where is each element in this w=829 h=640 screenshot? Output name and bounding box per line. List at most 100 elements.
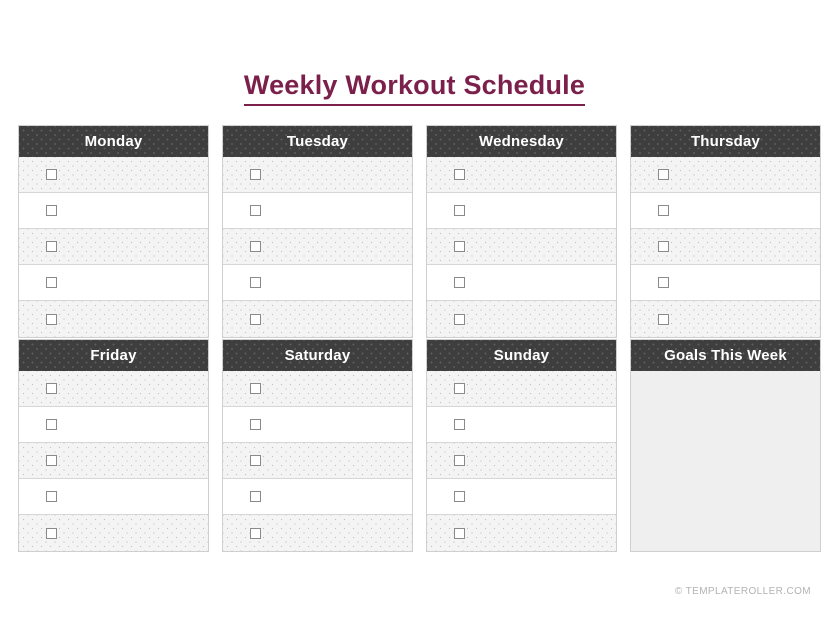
task-row[interactable] [427,443,616,479]
block-body-tuesday [222,157,413,338]
task-row[interactable] [631,301,820,337]
checkbox-icon[interactable] [250,313,261,325]
task-row[interactable] [19,443,208,479]
goals-notes-area[interactable] [630,371,821,552]
block-thursday: Thursday [630,125,821,338]
footer-credit: © TEMPLATEROLLER.COM [674,586,811,597]
task-row[interactable] [427,301,616,337]
checkbox-icon[interactable] [46,419,57,430]
page-title: Weekly Workout Schedule [243,70,586,107]
task-row[interactable] [223,443,412,479]
checkbox-icon[interactable] [454,169,465,180]
checkbox-icon[interactable] [46,205,57,216]
block-header-monday: Monday [18,125,209,157]
task-row[interactable] [223,265,412,301]
checkbox-icon[interactable] [658,277,669,288]
task-row[interactable] [427,371,616,407]
checkbox-icon[interactable] [250,419,261,430]
checkbox-icon[interactable] [46,383,57,394]
checkbox-icon[interactable] [250,491,261,502]
checkbox-icon[interactable] [250,169,261,180]
checkbox-icon[interactable] [454,313,465,325]
block-body-friday [18,371,209,552]
block-sunday: Sunday [426,339,617,552]
checkbox-icon[interactable] [658,241,669,252]
block-header-saturday: Saturday [222,339,413,371]
task-row[interactable] [223,193,412,229]
block-header-goals: Goals This Week [630,339,821,371]
task-row[interactable] [223,515,412,551]
block-body-saturday [222,371,413,552]
block-header-thursday: Thursday [630,125,821,157]
checkbox-icon[interactable] [658,205,669,216]
schedule-grid: Monday Tuesday Wednesday Thursday Friday Sat… [18,125,821,552]
task-row[interactable] [19,193,208,229]
checkbox-icon[interactable] [658,313,669,325]
checkbox-icon[interactable] [454,383,465,394]
checkbox-icon[interactable] [46,169,57,180]
page-title-container: Weekly Workout Schedule [0,70,829,107]
task-row[interactable] [427,229,616,265]
block-header-sunday: Sunday [426,339,617,371]
checkbox-icon[interactable] [46,455,57,466]
task-row[interactable] [427,193,616,229]
block-tuesday: Tuesday [222,125,413,338]
checkbox-icon[interactable] [454,491,465,502]
checkbox-icon[interactable] [658,169,669,180]
schedule-row-top: Monday Tuesday Wednesday Thursday [18,125,821,338]
task-row[interactable] [19,479,208,515]
task-row[interactable] [427,515,616,551]
task-row[interactable] [631,193,820,229]
task-row[interactable] [19,229,208,265]
block-body-wednesday [426,157,617,338]
task-row[interactable] [427,407,616,443]
checkbox-icon[interactable] [46,241,57,252]
task-row[interactable] [223,301,412,337]
task-row[interactable] [427,157,616,193]
checkbox-icon[interactable] [454,205,465,216]
block-saturday: Saturday [222,339,413,552]
block-header-tuesday: Tuesday [222,125,413,157]
block-header-friday: Friday [18,339,209,371]
checkbox-icon[interactable] [46,313,57,325]
task-row[interactable] [631,157,820,193]
block-body-monday [18,157,209,338]
task-row[interactable] [223,479,412,515]
checkbox-icon[interactable] [250,383,261,394]
task-row[interactable] [19,265,208,301]
task-row[interactable] [223,229,412,265]
block-header-wednesday: Wednesday [426,125,617,157]
block-friday: Friday [18,339,209,552]
task-row[interactable] [631,265,820,301]
task-row[interactable] [427,479,616,515]
task-row[interactable] [223,371,412,407]
checkbox-icon[interactable] [454,527,465,539]
task-row[interactable] [19,157,208,193]
checkbox-icon[interactable] [250,455,261,466]
checkbox-icon[interactable] [46,527,57,539]
checkbox-icon[interactable] [46,491,57,502]
checkbox-icon[interactable] [454,241,465,252]
schedule-row-bottom: Friday Saturday Sunday Goals This Week [18,339,821,552]
checkbox-icon[interactable] [250,241,261,252]
checkbox-icon[interactable] [454,419,465,430]
checkbox-icon[interactable] [46,277,57,288]
task-row[interactable] [223,407,412,443]
checkbox-icon[interactable] [250,277,261,288]
checkbox-icon[interactable] [250,527,261,539]
checkbox-icon[interactable] [454,455,465,466]
checkbox-icon[interactable] [454,277,465,288]
task-row[interactable] [19,407,208,443]
block-monday: Monday [18,125,209,338]
checkbox-icon[interactable] [250,205,261,216]
task-row[interactable] [427,265,616,301]
task-row[interactable] [223,157,412,193]
block-body-sunday [426,371,617,552]
block-body-thursday [630,157,821,338]
block-wednesday: Wednesday [426,125,617,338]
task-row[interactable] [19,515,208,551]
block-goals: Goals This Week [630,339,821,552]
task-row[interactable] [19,371,208,407]
task-row[interactable] [631,229,820,265]
task-row[interactable] [19,301,208,337]
